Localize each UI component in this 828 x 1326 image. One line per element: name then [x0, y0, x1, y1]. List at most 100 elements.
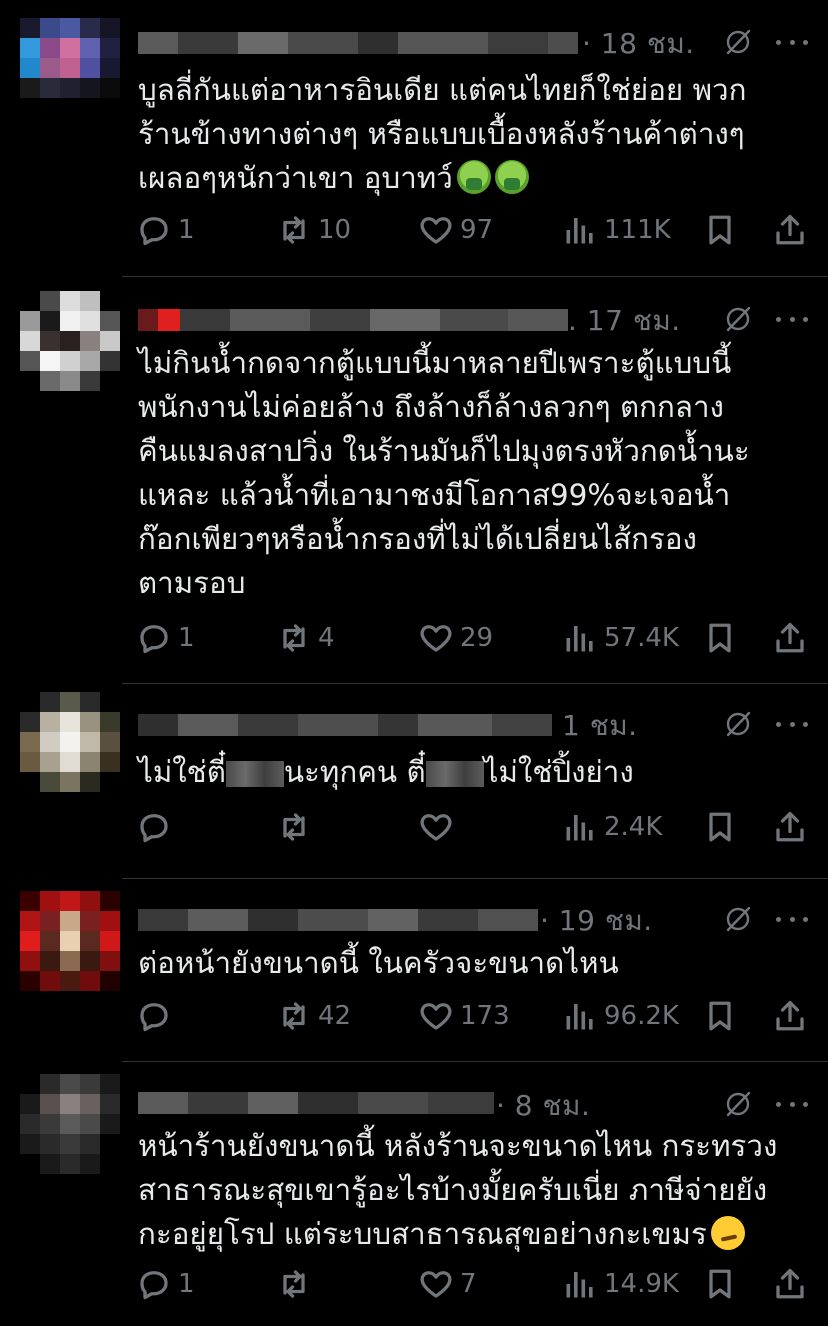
repost-button[interactable] — [276, 807, 318, 847]
like-count: 97 — [460, 215, 494, 245]
grok-icon[interactable] — [722, 903, 754, 935]
blurred-username[interactable] — [138, 309, 568, 331]
analytics-icon — [566, 218, 593, 244]
blurred-username[interactable] — [138, 909, 538, 931]
share-button[interactable] — [772, 618, 808, 658]
views-button[interactable]: 111K — [562, 210, 671, 250]
more-options-icon[interactable] — [776, 914, 808, 924]
repost-button[interactable] — [276, 1264, 318, 1304]
blurred-username[interactable] — [138, 32, 578, 54]
avatar[interactable] — [20, 18, 120, 118]
repost-icon — [283, 624, 305, 652]
like-count: 173 — [460, 1001, 510, 1031]
bookmark-button[interactable] — [702, 618, 738, 658]
bookmark-icon — [709, 623, 731, 653]
share-icon — [776, 811, 804, 842]
action-bar: 1 7 14.9K — [136, 1264, 812, 1304]
nauseated-face-emoji — [494, 160, 529, 194]
post-timestamp[interactable]: · 19 ชม. — [540, 899, 653, 943]
action-bar: 2.4K — [136, 807, 812, 847]
view-count: 2.4K — [604, 812, 663, 842]
reply-post[interactable]: · 19 ชม. ต่อหน้ายังขนาดนี้ ในครัวจะขนาดไ… — [0, 879, 828, 1061]
grok-icon[interactable] — [722, 26, 754, 58]
avatar[interactable] — [20, 291, 120, 391]
post-text-span: ไม่ใช่ตี๋ — [138, 755, 226, 789]
like-button[interactable] — [418, 807, 460, 847]
post-timestamp[interactable]: · 18 ชม. — [582, 22, 695, 66]
bookmark-button[interactable] — [702, 807, 738, 847]
like-button[interactable]: 97 — [418, 210, 493, 250]
analytics-icon — [566, 815, 593, 841]
avatar[interactable] — [20, 692, 120, 792]
repost-button[interactable]: 10 — [276, 210, 351, 250]
like-count: 29 — [460, 623, 494, 653]
blurred-username[interactable] — [138, 1092, 494, 1114]
smirking-face-emoji — [710, 1216, 745, 1250]
views-button[interactable]: 96.2K — [562, 996, 679, 1036]
share-button[interactable] — [772, 210, 808, 250]
more-options-icon[interactable] — [776, 37, 808, 47]
reply-button[interactable]: 1 — [136, 1264, 195, 1304]
heart-icon — [420, 814, 452, 841]
repost-count: 10 — [318, 215, 352, 245]
repost-button[interactable]: 4 — [276, 618, 335, 658]
post-text-line: กะอยู่ยุโรป แต่ระบบสาธารณสุขอย่างกะเขมร — [138, 1212, 808, 1256]
post-timestamp[interactable]: 1 ชม. — [562, 704, 638, 748]
post-text-line: ต่อหน้ายังขนาดนี้ ในครัวจะขนาดไหน — [138, 946, 619, 980]
analytics-icon — [566, 1004, 593, 1030]
grok-icon[interactable] — [722, 303, 754, 335]
post-text-line: ร้านข้างทางต่างๆ หรือแบบเบื้องหลังร้านค้… — [138, 117, 745, 151]
more-options-icon[interactable] — [776, 719, 808, 729]
share-button[interactable] — [772, 1264, 808, 1304]
reply-count: 1 — [178, 623, 195, 653]
bookmark-button[interactable] — [702, 210, 738, 250]
reply-button[interactable] — [136, 996, 178, 1036]
repost-icon — [283, 216, 305, 244]
reply-count: 1 — [178, 1269, 195, 1299]
post-timestamp[interactable]: · 8 ชม. — [496, 1084, 590, 1128]
like-button[interactable]: 7 — [418, 1264, 477, 1304]
reply-button[interactable]: 1 — [136, 210, 195, 250]
post-text: ไม่กินน้ำกดจากตู้แบบนี้มาหลายปีเพราะตู้แ… — [138, 341, 808, 605]
avatar[interactable] — [20, 1074, 120, 1174]
reply-post[interactable]: · 8 ชม. หน้าร้านยังขนาดนี้ หลังร้านจะขนา… — [0, 1062, 828, 1326]
share-button[interactable] — [772, 996, 808, 1036]
grok-icon[interactable] — [722, 708, 754, 740]
reply-post[interactable]: . 17 ชม. ไม่กินน้ำกดจากตู้แบบนี้มาหลายปี… — [0, 277, 828, 683]
post-timestamp[interactable]: . 17 ชม. — [568, 299, 681, 343]
bookmark-button[interactable] — [702, 996, 738, 1036]
blurred-username[interactable] — [138, 714, 552, 736]
post-text-line: ก๊อกเพียวๆหรือน้ำกรองที่ไม่ได้เปลี่ยนไส้… — [138, 522, 697, 556]
views-button[interactable]: 2.4K — [562, 807, 662, 847]
bookmark-icon — [709, 1001, 731, 1031]
action-bar: 1 4 29 57.4K — [136, 618, 812, 658]
view-count: 111K — [604, 215, 671, 245]
post-text-line: คืนแมลงสาปวิ่ง ในร้านมันก็ไปมุงตรงหัวกดน… — [138, 434, 750, 468]
post-text: บูลลี่กันแต่อาหารอินเดีย แต่คนไทยก็ใช่ย่… — [138, 68, 808, 200]
like-button[interactable]: 173 — [418, 996, 510, 1036]
reply-button[interactable]: 1 — [136, 618, 195, 658]
heart-icon — [420, 1271, 452, 1298]
views-button[interactable]: 57.4K — [562, 618, 679, 658]
views-button[interactable]: 14.9K — [562, 1264, 679, 1304]
avatar[interactable] — [20, 891, 120, 991]
bookmark-button[interactable] — [702, 1264, 738, 1304]
repost-button[interactable]: 42 — [276, 996, 351, 1036]
reply-button[interactable] — [136, 807, 178, 847]
repost-icon — [283, 1270, 305, 1298]
reply-icon — [140, 1003, 168, 1032]
share-button[interactable] — [772, 807, 808, 847]
censored-text — [225, 760, 284, 787]
more-options-icon[interactable] — [776, 314, 808, 324]
post-text-span: ไม่ใช่ปิ้งย่าง — [483, 755, 634, 789]
grok-icon[interactable] — [722, 1088, 754, 1120]
share-icon — [776, 1000, 804, 1031]
like-button[interactable]: 29 — [418, 618, 493, 658]
post-text-span: เผลอๆหนักว่าเขา อุบาทว์ — [138, 161, 453, 195]
more-options-icon[interactable] — [776, 1099, 808, 1109]
reply-post[interactable]: · 18 ชม. บูลลี่กันแต่อาหารอินเดีย แต่คนไ… — [0, 0, 828, 276]
post-text-span: นะทุกคน ตี๋ — [283, 755, 426, 789]
heart-icon — [420, 1003, 452, 1030]
view-count: 96.2K — [604, 1001, 679, 1031]
reply-post[interactable]: 1 ชม. ไม่ใช่ตี๋ นะทุกคน ตี๋ ไม่ใช่ปิ้งย่าง… — [0, 684, 828, 878]
